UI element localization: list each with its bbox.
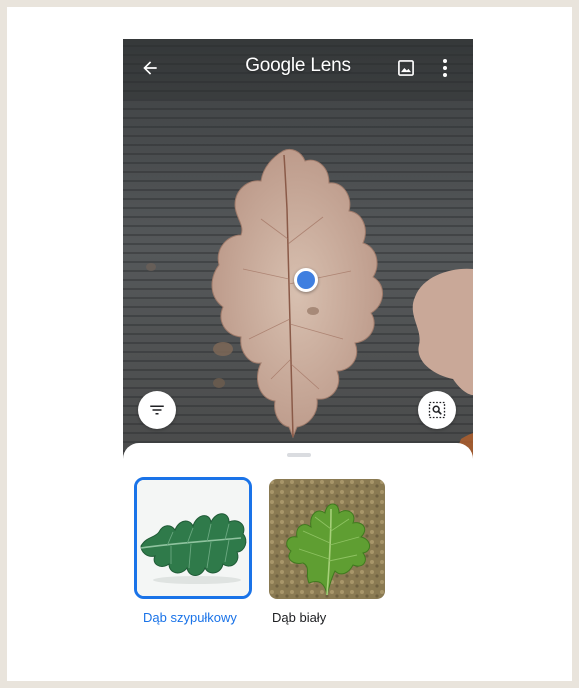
result-thumbnail (269, 479, 385, 599)
gallery-button[interactable] (391, 53, 421, 83)
result-card-dab-szypulkowy[interactable]: Dąb szypułkowy (134, 477, 257, 625)
title-google: Google (245, 55, 306, 76)
result-label: Dąb szypułkowy (143, 610, 237, 625)
results-sheet: Dąb szypułkowy Dąb biały (123, 443, 473, 681)
filter-button[interactable] (138, 391, 176, 429)
title-lens: Lens (310, 55, 351, 76)
sheet-drag-handle[interactable] (287, 453, 311, 457)
focus-point[interactable] (294, 268, 318, 292)
search-region-button[interactable] (418, 391, 456, 429)
search-region-icon (428, 401, 446, 419)
green-oak-leaf-image (137, 480, 249, 596)
more-options-button[interactable] (433, 53, 457, 83)
result-card-dab-bialy[interactable]: Dąb biały (269, 479, 391, 625)
result-label: Dąb biały (272, 610, 327, 625)
lens-screen: Google Lens Dąb szypułkowy Dąb biały (123, 39, 473, 681)
top-bar: Google Lens (123, 39, 473, 95)
camera-image (123, 39, 473, 459)
camera-viewfinder[interactable]: Google Lens (123, 39, 473, 459)
filter-icon (150, 405, 164, 415)
page: Google Lens Dąb szypułkowy Dąb biały (7, 7, 572, 681)
green-leaf-on-bark-image (269, 479, 385, 599)
result-thumbnail (134, 477, 252, 599)
more-vert-icon (443, 59, 447, 77)
image-gallery-icon (398, 60, 414, 76)
